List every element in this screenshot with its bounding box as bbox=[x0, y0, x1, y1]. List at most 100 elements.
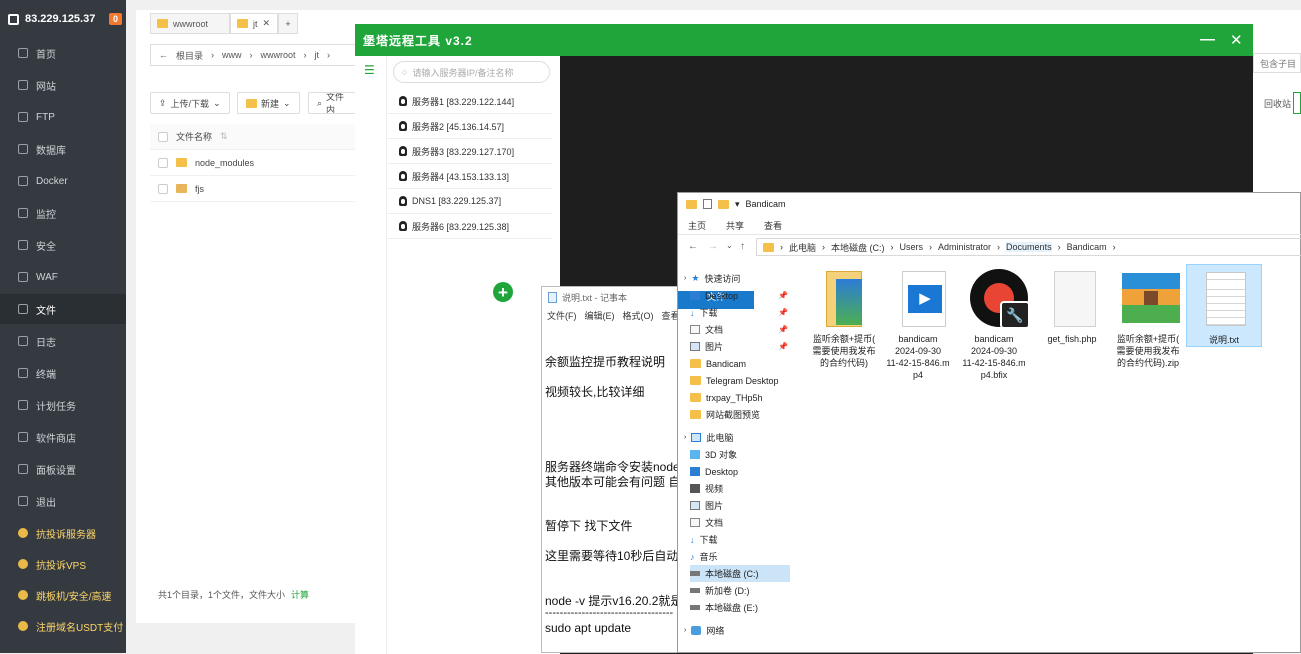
sidebar-item-ftp[interactable]: FTP bbox=[0, 102, 126, 132]
nav-item[interactable]: Desktop bbox=[690, 463, 790, 480]
tab-jt[interactable]: jt ✕ bbox=[230, 13, 278, 34]
sidebar-item-files[interactable]: 文件 bbox=[0, 294, 126, 324]
sidebar-item-logout[interactable]: 退出 bbox=[0, 486, 126, 516]
new-folder-icon[interactable] bbox=[718, 199, 729, 209]
path-segment[interactable]: 此电脑 bbox=[789, 241, 816, 254]
menu-file[interactable]: 文件(F) bbox=[547, 309, 577, 322]
upload-download-button[interactable]: ⇪ 上传/下载 ⌄ bbox=[150, 92, 230, 114]
address-bar[interactable]: › 此电脑 › 本地磁盘 (C:) › Users › Administrator › … bbox=[756, 238, 1301, 256]
path-segment[interactable]: 本地磁盘 (C:) bbox=[831, 241, 885, 254]
sidebar-promo-domain[interactable]: 注册域名USDT支付 bbox=[0, 611, 126, 641]
tab-wwwroot[interactable]: wwwroot bbox=[150, 13, 230, 34]
sidebar-item-monitor[interactable]: 监控 bbox=[0, 198, 126, 228]
ribbon-tab-view[interactable]: 查看 bbox=[754, 216, 792, 234]
nav-item[interactable]: ♪ 音乐 bbox=[690, 548, 790, 565]
close-icon[interactable]: ✕ bbox=[263, 18, 271, 29]
file-item-selected[interactable]: 说明.txt bbox=[1186, 264, 1262, 347]
ribbon-tab-share[interactable]: 共享 bbox=[716, 216, 754, 234]
minimize-button[interactable]: — bbox=[1200, 31, 1216, 48]
server-header[interactable]: 83.229.125.37 0 bbox=[0, 0, 126, 38]
nav-item[interactable]: 图片 📌 bbox=[690, 338, 790, 355]
file-name[interactable]: node_modules bbox=[195, 158, 254, 168]
crumb-wwwroot[interactable]: wwwroot bbox=[261, 50, 296, 60]
explorer-titlebar[interactable]: ▾ Bandicam bbox=[678, 193, 1301, 215]
server-item[interactable]: 服务器3 [83.229.127.170] bbox=[387, 139, 552, 164]
sidebar-promo-jump[interactable]: 跳板机/安全/高速 bbox=[0, 580, 126, 610]
nav-item[interactable]: ↓ 下载 bbox=[690, 531, 790, 548]
sidebar-promo-vps[interactable]: 抗投诉VPS bbox=[0, 549, 126, 579]
up-arrow-icon[interactable]: ↑ bbox=[740, 241, 745, 252]
sidebar-item-settings[interactable]: 面板设置 bbox=[0, 454, 126, 484]
nav-network[interactable]: › 网络 bbox=[684, 622, 784, 639]
dropdown-icon[interactable]: ▾ bbox=[735, 199, 740, 210]
sidebar-item-waf[interactable]: WAF bbox=[0, 262, 126, 292]
select-all-checkbox[interactable] bbox=[158, 131, 168, 142]
calc-link[interactable]: 计算 bbox=[291, 588, 309, 601]
sort-icon[interactable]: ⇅ bbox=[220, 131, 228, 142]
row-checkbox[interactable] bbox=[158, 157, 168, 168]
green-button-edge[interactable] bbox=[1293, 92, 1301, 114]
close-button[interactable]: ✕ bbox=[1230, 31, 1244, 49]
nav-item[interactable]: 本地磁盘 (C:) bbox=[690, 565, 790, 582]
path-segment[interactable]: Bandicam bbox=[1067, 242, 1107, 252]
sidebar-promo-server[interactable]: 抗投诉服务器 bbox=[0, 518, 126, 548]
path-segment[interactable]: Administrator bbox=[938, 242, 991, 252]
sidebar-item-security[interactable]: 安全 bbox=[0, 230, 126, 260]
ribbon-tab-home[interactable]: 主页 bbox=[678, 216, 716, 234]
file-item[interactable]: ▶ bandicam 2024-09-30 11-42-15-846.m p4 bbox=[880, 269, 956, 381]
nav-item[interactable]: ↓ 下载 📌 bbox=[690, 304, 790, 321]
crumb-jt[interactable]: jt bbox=[315, 50, 320, 60]
nav-item[interactable]: Bandicam bbox=[690, 355, 790, 372]
crumb-root[interactable]: 根目录 bbox=[176, 49, 203, 62]
menu-icon[interactable]: ☰ bbox=[364, 63, 375, 77]
add-server-button[interactable]: + bbox=[493, 282, 513, 302]
sidebar-item-website[interactable]: 网站 bbox=[0, 70, 126, 100]
server-search-input[interactable]: ○ 请输入服务器IP/备注名称 bbox=[393, 61, 550, 83]
breadcrumb[interactable]: ← 根目录 › www › wwwroot › jt › bbox=[150, 44, 370, 66]
forward-arrow-icon[interactable]: → bbox=[708, 241, 718, 252]
properties-icon[interactable] bbox=[703, 199, 712, 209]
nav-item[interactable]: 文档 📌 bbox=[690, 321, 790, 338]
nav-item[interactable]: 网站截图预览 bbox=[690, 406, 790, 423]
menu-format[interactable]: 格式(O) bbox=[623, 309, 654, 322]
path-segment[interactable]: Users bbox=[900, 242, 924, 252]
nav-item[interactable]: 图片 bbox=[690, 497, 790, 514]
column-name-header[interactable]: 文件名称 bbox=[176, 130, 212, 143]
notepad-titlebar[interactable]: 说明.txt - 记事本 bbox=[542, 287, 681, 307]
server-item[interactable]: 服务器1 [83.229.122.144] bbox=[387, 89, 552, 114]
sidebar-item-home[interactable]: 首页 bbox=[0, 38, 126, 68]
recycle-bin-button[interactable]: 回收站 bbox=[1253, 92, 1291, 114]
sidebar-item-cron[interactable]: 计划任务 bbox=[0, 390, 126, 420]
row-checkbox[interactable] bbox=[158, 183, 168, 194]
search-button[interactable]: ⌕ 文件内 bbox=[308, 92, 358, 114]
sidebar-item-store[interactable]: 软件商店 bbox=[0, 422, 126, 452]
chevron-down-icon[interactable]: ⌄ bbox=[726, 241, 733, 250]
file-name[interactable]: fjs bbox=[195, 184, 204, 194]
notepad-text-area[interactable]: 余额监控提币教程说明 视频较长,比较详细 服务器终端命令安装node 其他版本可… bbox=[542, 323, 679, 652]
sidebar-item-docker[interactable]: Docker bbox=[0, 166, 126, 196]
notification-badge[interactable]: 0 bbox=[108, 13, 122, 25]
sidebar-item-terminal[interactable]: 终端 bbox=[0, 358, 126, 388]
server-item[interactable]: 服务器4 [43.153.133.13] bbox=[387, 164, 552, 189]
add-tab-button[interactable]: + bbox=[278, 13, 298, 34]
new-button[interactable]: 新建 ⌄ bbox=[237, 92, 300, 114]
nav-item[interactable]: 新加卷 (D:) bbox=[690, 582, 790, 599]
nav-this-pc[interactable]: › 此电脑 bbox=[684, 429, 784, 446]
nav-item[interactable]: Telegram Desktop bbox=[690, 372, 790, 389]
nav-item[interactable]: 本地磁盘 (E:) bbox=[690, 599, 790, 616]
nav-item[interactable]: 视频 bbox=[690, 480, 790, 497]
server-item[interactable]: 服务器6 [83.229.125.38] bbox=[387, 214, 552, 239]
table-row[interactable]: fjs bbox=[150, 176, 355, 202]
nav-item[interactable]: trxpay_THp5h bbox=[690, 389, 790, 406]
file-item[interactable]: 监听余额+提币( 需要使用我发布 的合约代码).zip bbox=[1110, 269, 1186, 369]
nav-item[interactable]: Desktop 📌 bbox=[690, 287, 790, 304]
menu-edit[interactable]: 编辑(E) bbox=[585, 309, 615, 322]
remote-tool-titlebar[interactable]: 堡塔远程工具 v3.2 — ✕ bbox=[355, 24, 1253, 56]
back-arrow-icon[interactable]: ← bbox=[688, 241, 698, 252]
include-subdir-option[interactable]: 包含子目 bbox=[1253, 53, 1301, 73]
nav-item[interactable]: 3D 对象 bbox=[690, 446, 790, 463]
back-arrow-icon[interactable]: ← bbox=[159, 50, 168, 60]
file-item[interactable]: 监听余额+提币( 需要使用我发布 的合约代码) bbox=[806, 269, 882, 369]
server-item[interactable]: DNS1 [83.229.125.37] bbox=[387, 189, 552, 214]
file-item[interactable]: 🔧 bandicam 2024-09-30 11-42-15-846.m p4.… bbox=[956, 269, 1032, 381]
